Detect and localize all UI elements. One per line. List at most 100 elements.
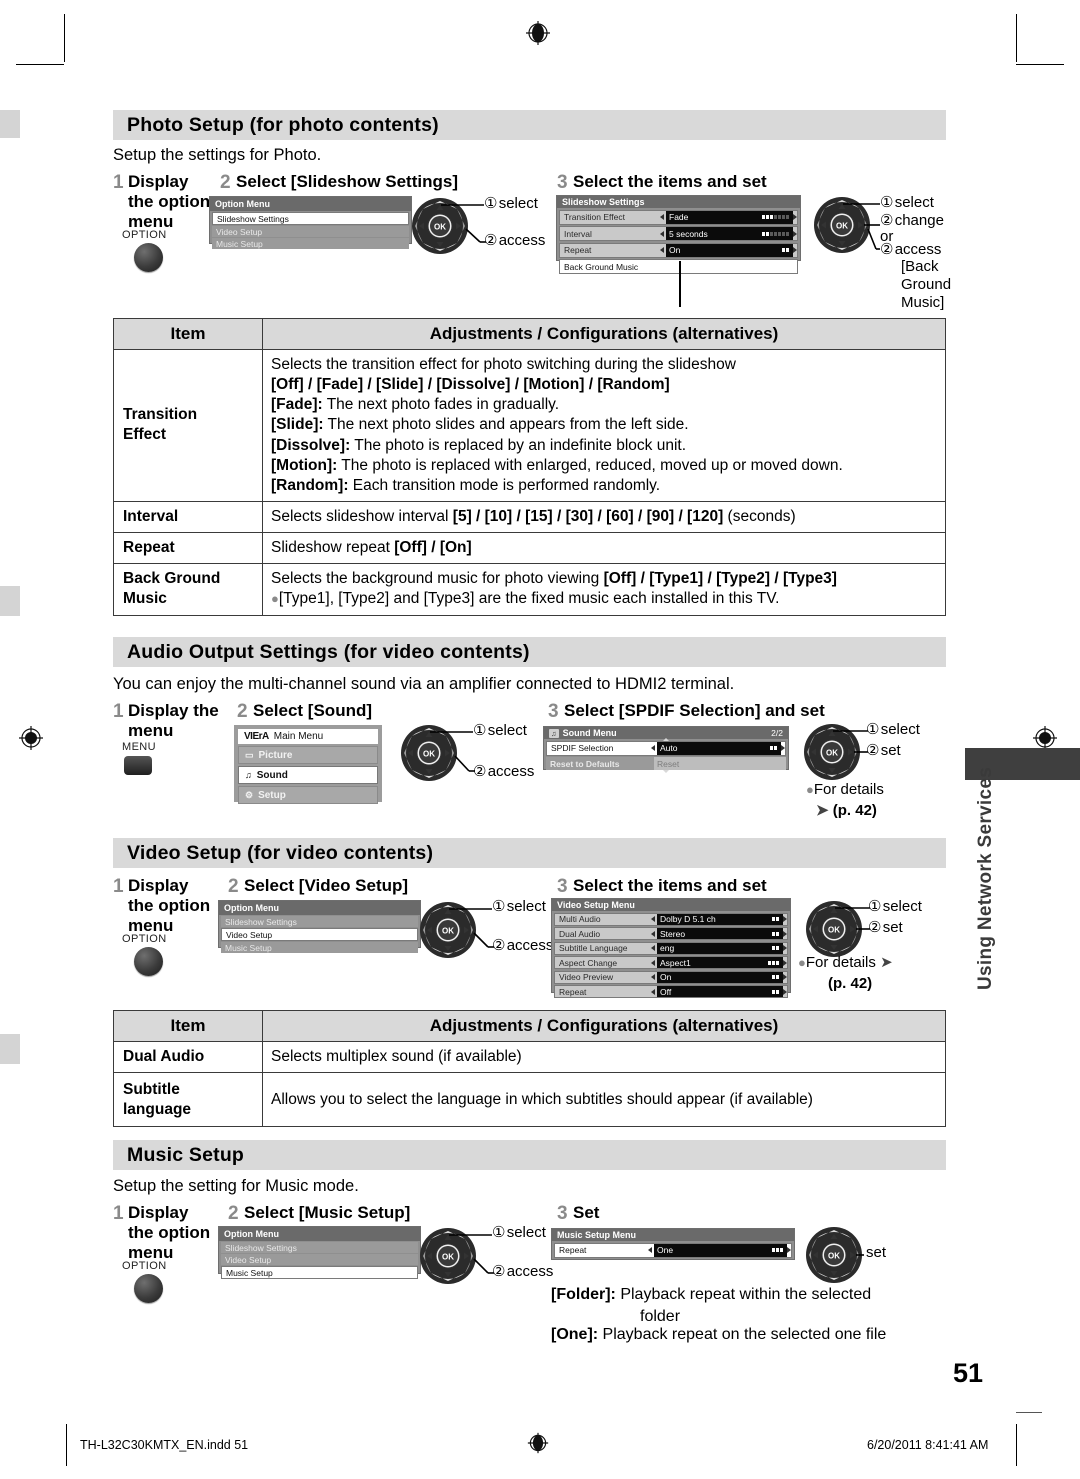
right-arrow-icon [783,988,787,995]
osd-row-interval[interactable]: Interval 5 seconds [559,226,798,241]
osd-title-option-menu-3: Option Menu [219,1227,420,1241]
main-menu-item-sound[interactable]: ♫ Sound [238,766,378,784]
details-text: For details [805,954,876,971]
dpad-callout-select-6: ① select [868,898,922,915]
osd-row-value-wrap[interactable]: Off [657,986,783,997]
osd-row-repeat[interactable]: Repeat One [554,1242,792,1258]
osd-row-music-setup[interactable]: Music Setup [221,1266,418,1279]
osd-row-value-wrap[interactable]: Auto [657,741,781,755]
osd-row-slideshow-settings[interactable]: Slideshow Settings [212,212,409,225]
main-menu-rows: ▭ Picture ♫ Sound ⚙ Setup [238,746,378,804]
osd-row-music-setup[interactable]: Music Setup [212,238,409,249]
dpad-callout-bgm-1: [Back [901,258,939,275]
option-button-3[interactable] [134,1274,163,1303]
osd-row-value-wrap[interactable]: On [657,971,783,983]
osd-music-setup-menu: Music Setup Menu Repeat One [551,1228,795,1260]
osd-row-repeat[interactable]: Repeat On [559,242,798,258]
osd-title-text-2: Option Menu [224,903,279,913]
osd-row-subtitle-language[interactable]: Subtitle Language eng [554,941,788,955]
picture-icon: ▭ [245,749,254,760]
osd-row-video-preview[interactable]: Video Preview On [554,970,788,984]
main-menu-item-setup[interactable]: ⚙ Setup [238,786,378,804]
osd-row-aspect-change[interactable]: Aspect Change Aspect1 [554,956,788,969]
section-title-photo-setup: Photo Setup (for photo contents) [127,113,439,136]
video-step-1-number: 1 [113,876,124,897]
osd-row-value-wrap[interactable]: Stereo [657,928,783,939]
desc-term: [Fade]: [271,396,323,414]
option-button-label-2: OPTION [122,933,167,945]
osd-row-dual-audio[interactable]: Dual Audio Stereo [554,927,788,940]
osd-row-value: On [660,972,672,982]
osd-row-label: Dual Audio [559,928,601,939]
osd-row-transition-effect[interactable]: Transition Effect Fade [559,209,798,225]
osd-row-value-wrap[interactable]: One [654,1243,787,1257]
table-cell-item: Subtitle language [113,1072,263,1128]
registration-mark-footer [527,1432,549,1454]
note-text: Playback repeat within the selected [615,1286,872,1303]
photo-setup-intro: Setup the settings for Photo. [113,146,322,164]
osd-row-value: Off [660,986,672,997]
note-term: [One]: [551,1326,599,1343]
osd-row-value: Reset [657,758,680,769]
osd-row-value-wrap[interactable]: Dolby D 5.1 ch [657,913,783,925]
setup-icon: ⚙ [245,789,254,800]
audio-details-page: ➤ (p. 42) [816,802,877,821]
video-details-page: (p. 42) [828,975,872,994]
desc-line: [Random]: Each transition mode is perfor… [271,476,937,496]
photo-step-1-label: Display the option menu [128,172,211,232]
osd-row-value: eng [660,943,675,953]
osd-row-value-wrap[interactable]: 5 seconds [666,227,793,240]
osd-row-value-wrap[interactable]: On [666,243,793,257]
desc-line: [Slide]: The next photo slides and appea… [271,415,937,435]
main-menu-header: VIErA Main Menu [238,729,378,744]
table-cell-desc: Selects slideshow interval [5] / [10] / … [262,500,946,534]
arrow-right-icon: ➤ [816,802,829,819]
video-step-2-label: Select [Video Setup] [244,876,409,895]
osd-row-video-setup[interactable]: Video Setup [212,226,409,237]
edge-tab-marker-1 [0,110,20,138]
table-header-item: Item [113,318,263,350]
level-indicator [772,975,779,979]
footer-filename: TH-L32C30KMTX_EN.indd 51 [80,1438,249,1452]
osd-row-label: SPDIF Selection [551,743,614,753]
osd-row-label: Aspect Change [559,957,618,968]
main-menu-item-label: Sound [256,769,288,781]
osd-row-value-wrap[interactable]: Aspect1 [657,957,783,968]
dpad-leader-line-8 [856,1254,864,1256]
osd-row-value-wrap[interactable]: eng [657,942,783,954]
section-title-video-setup: Video Setup (for video contents) [127,841,434,864]
main-menu-title: Main Menu [273,731,324,742]
osd-body-3: Slideshow Settings Video Setup Music Set… [219,1241,420,1280]
level-indicator [772,989,779,994]
osd-row-video-setup[interactable]: Video Setup [221,1254,418,1265]
footer-divider-right [1016,1424,1017,1466]
audio-step-3-number: 3 [548,701,559,722]
section-header-video-setup: Video Setup (for video contents) [113,838,946,868]
option-button-1[interactable] [134,243,163,272]
osd-row-multi-audio[interactable]: Multi Audio Dolby D 5.1 ch [554,912,788,926]
video-step-2-number: 2 [228,876,239,897]
menu-button[interactable] [124,756,152,775]
osd-row-slideshow-settings[interactable]: Slideshow Settings [221,1242,418,1253]
dpad-callout-set-4: ② set [866,742,901,759]
osd-row-value-wrap[interactable]: Fade [666,210,793,224]
osd-row-video-setup[interactable]: Video Setup [221,928,418,941]
option-button-2[interactable] [134,947,163,976]
osd-row-spdif-selection[interactable]: SPDIF Selection Auto [546,740,786,756]
crop-mark-top-left-vertical [64,14,65,62]
viera-logo: VIErA [244,731,269,742]
osd-row-reset-to-defaults[interactable]: Reset to Defaults Reset [546,757,786,770]
menu-button-label: MENU [122,741,156,753]
osd-row-value-wrap[interactable]: Reset [654,757,786,770]
left-arrow-icon [651,745,655,751]
main-menu-item-picture[interactable]: ▭ Picture [238,746,378,764]
left-arrow-icon [660,230,664,237]
osd-row-label: Slideshow Settings [217,213,289,224]
osd-option-menu-video: Option Menu Slideshow Settings Video Set… [218,900,421,953]
osd-row-music-setup[interactable]: Music Setup [221,942,418,953]
osd-slideshow-settings: Slideshow Settings Transition Effect Fad… [556,195,801,274]
osd-row-label: Repeat [559,1245,587,1255]
desc-text: The photo is replaced with enlarged, red… [337,456,843,474]
osd-row-slideshow-settings[interactable]: Slideshow Settings [221,916,418,927]
osd-row-repeat[interactable]: Repeat Off [554,985,788,998]
